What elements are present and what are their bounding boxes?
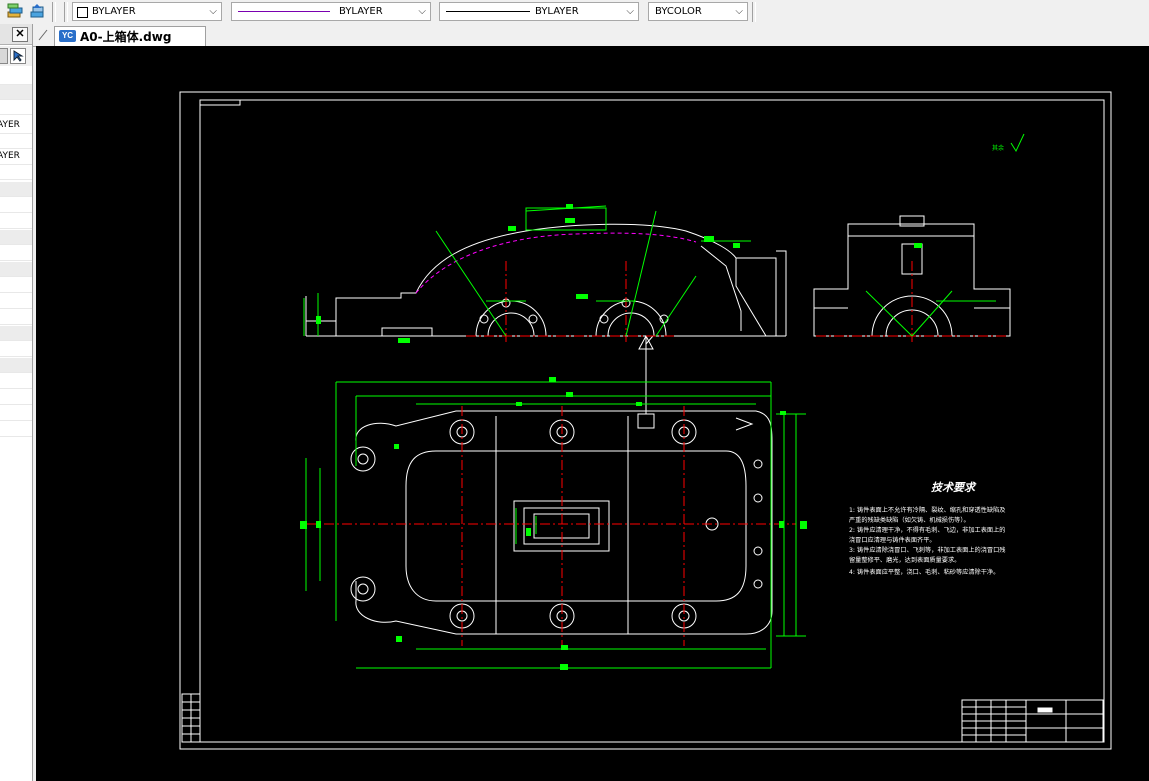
palette-row-value: AYER <box>0 151 20 161</box>
toolbar-separator <box>64 2 68 22</box>
select-objects-icon[interactable] <box>10 48 26 64</box>
tab-document[interactable]: YC A0-上箱体.dwg <box>54 26 206 46</box>
lineweight-combo[interactable]: BYLAYER ⌵ <box>439 2 639 21</box>
layer-combo[interactable]: BYLAYER ⌵ <box>72 2 222 21</box>
palette-row[interactable] <box>0 390 32 405</box>
palette-row[interactable] <box>0 374 32 389</box>
plotstyle-combo[interactable]: BYCOLOR ⌵ <box>648 2 748 21</box>
toolbar-separator <box>752 2 756 22</box>
drawing-file-icon: YC <box>59 30 76 42</box>
tech-note-line: 浇冒口应清理与铸件表面齐平。 <box>849 536 936 544</box>
tech-requirements-title: 技术要求 <box>931 481 977 494</box>
lineweight-combo-label: BYLAYER <box>535 6 579 17</box>
tech-note-line: 1: 铸件表面上不允许有冷隔、裂纹、缩孔和穿透性缺陷及 <box>849 506 1006 514</box>
palette-row[interactable] <box>0 230 32 245</box>
palette-row[interactable] <box>0 100 32 115</box>
layer-manager-icon[interactable] <box>6 3 24 21</box>
palette-row[interactable] <box>0 310 32 325</box>
roughness-symbol <box>1010 133 1025 153</box>
tech-note-line: 4: 铸件表面应平整，浇口、毛刺、粘砂等应清除干净。 <box>849 568 999 576</box>
tech-note-line: 严重的残缺类缺陷（如欠铸、机械损伤等）。 <box>849 516 970 524</box>
document-tab-bar: YC A0-上箱体.dwg <box>33 24 1149 47</box>
close-icon[interactable]: ✕ <box>12 27 28 42</box>
palette-row[interactable] <box>0 262 32 277</box>
palette-row[interactable] <box>0 406 32 421</box>
linetype-combo[interactable]: BYLAYER ⌵ <box>231 2 431 21</box>
palette-row-value: AYER <box>0 120 20 130</box>
palette-header: ✕ <box>0 24 32 45</box>
tech-note-line: 3: 铸件应清除浇冒口、飞刺等，非加工表面上的浇冒口残 <box>849 546 1006 554</box>
layer-combo-label: BYLAYER <box>92 6 136 17</box>
palette-row[interactable] <box>0 182 32 197</box>
tech-note-line: 2: 铸件应清理干净，不得有毛刺、飞边，非加工表面上的 <box>849 526 1006 534</box>
chevron-down-icon: ⌵ <box>209 6 217 17</box>
chevron-down-icon: ⌵ <box>735 6 743 17</box>
tab-menu-icon[interactable] <box>37 28 49 42</box>
palette-row[interactable] <box>0 246 32 261</box>
layer-state-icon[interactable] <box>28 3 46 21</box>
palette-row[interactable] <box>0 165 32 180</box>
palette-tools <box>0 46 32 66</box>
palette-row[interactable]: AYER <box>0 119 32 134</box>
palette-row[interactable] <box>0 294 32 309</box>
dimension-lines <box>303 205 996 669</box>
dimension-labels <box>300 204 922 670</box>
palette-row[interactable] <box>0 214 32 229</box>
revision-block <box>181 693 201 743</box>
color-swatch <box>77 7 88 18</box>
tech-note-line: 留量整修平、磨光，达到表面质量要求。 <box>849 556 960 564</box>
chevron-down-icon: ⌵ <box>418 6 426 17</box>
drawing-svg: 技术要求 1: 铸件表面上不允许有冷隔、裂纹、缩孔和穿透性缺陷及 严重的残缺类缺… <box>179 91 1112 750</box>
sheet-corner-box <box>199 99 241 106</box>
plotstyle-combo-label: BYCOLOR <box>655 6 702 17</box>
sheet-outer-frame <box>179 91 1112 750</box>
tab-document-label: A0-上箱体.dwg <box>80 30 172 44</box>
chevron-down-icon: ⌵ <box>626 6 634 17</box>
palette-row[interactable] <box>0 326 32 341</box>
palette-row[interactable] <box>0 358 32 373</box>
palette-row[interactable] <box>0 342 32 357</box>
palette-row[interactable] <box>0 134 32 149</box>
linetype-combo-label: BYLAYER <box>339 6 383 17</box>
drawing-canvas[interactable]: 技术要求 1: 铸件表面上不允许有冷隔、裂纹、缩孔和穿透性缺陷及 严重的残缺类缺… <box>36 46 1149 781</box>
toolbar-separator <box>52 2 56 22</box>
palette-row[interactable] <box>0 198 32 213</box>
palette-row[interactable]: AYER <box>0 150 32 165</box>
linetype-preview <box>238 11 330 12</box>
quick-select-icon[interactable] <box>0 48 8 64</box>
palette-row[interactable] <box>0 422 32 437</box>
palette-row[interactable] <box>0 85 32 100</box>
title-block <box>961 699 1104 743</box>
properties-toolbar: BYLAYER ⌵ BYLAYER ⌵ BYLAYER ⌵ BYCOLOR ⌵ <box>0 0 1149 25</box>
palette-row[interactable] <box>0 70 32 85</box>
tech-requirements-notes: 1: 铸件表面上不允许有冷隔、裂纹、缩孔和穿透性缺陷及 严重的残缺类缺陷（如欠铸… <box>849 506 1006 576</box>
hidden-line <box>415 232 697 294</box>
palette-row[interactable] <box>0 278 32 293</box>
properties-palette: ✕ AYER AYER <box>0 24 33 781</box>
roughness-label: 其余 <box>992 144 1004 152</box>
lineweight-preview <box>446 11 530 12</box>
